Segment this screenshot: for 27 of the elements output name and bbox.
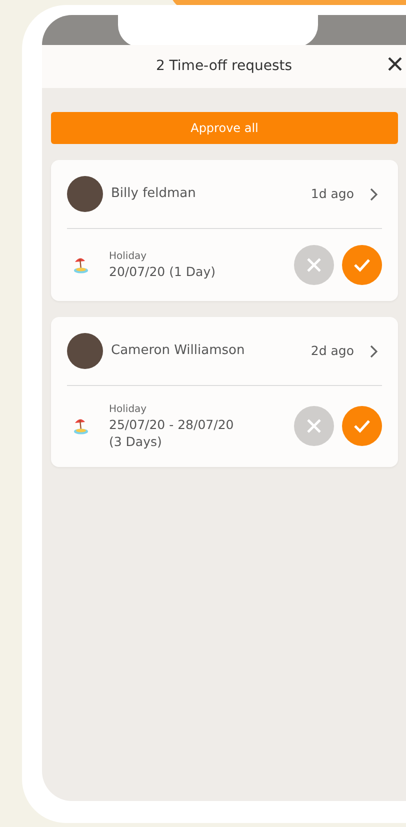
approve-button[interactable] xyxy=(342,245,382,285)
leave-dates: 25/07/20 - 28/07/20 xyxy=(109,417,235,434)
chevron-right-icon[interactable] xyxy=(370,188,378,200)
close-icon xyxy=(388,57,402,71)
close-icon xyxy=(307,419,321,434)
decline-button[interactable] xyxy=(294,406,334,446)
decline-button[interactable] xyxy=(294,245,334,285)
approve-button[interactable] xyxy=(342,406,382,446)
chevron-right-icon[interactable] xyxy=(370,344,378,358)
request-time: 2d ago xyxy=(310,342,354,360)
leave-type: Holiday xyxy=(109,250,148,264)
employee-name: Cameron Williamson xyxy=(111,342,246,360)
employee-name: Billy feldman xyxy=(111,185,197,204)
close-button[interactable] xyxy=(388,57,402,71)
leave-type: Holiday xyxy=(109,403,148,417)
leave-dates: (3 Days) xyxy=(109,434,163,451)
checkmark-icon xyxy=(353,258,371,272)
screen-title: 2 Time-off requests xyxy=(156,57,292,76)
beach-umbrella-icon xyxy=(73,256,89,274)
close-icon xyxy=(307,258,321,272)
approve-all-button[interactable]: Approve all xyxy=(51,112,398,144)
avatar-photo-placeholder xyxy=(67,176,103,212)
checkmark-icon xyxy=(353,419,371,434)
request-time: 1d ago xyxy=(310,184,354,203)
leave-dates: 20/07/20 (1 Day) xyxy=(109,264,216,281)
beach-umbrella-icon xyxy=(73,417,89,436)
avatar-photo-placeholder xyxy=(67,333,103,369)
